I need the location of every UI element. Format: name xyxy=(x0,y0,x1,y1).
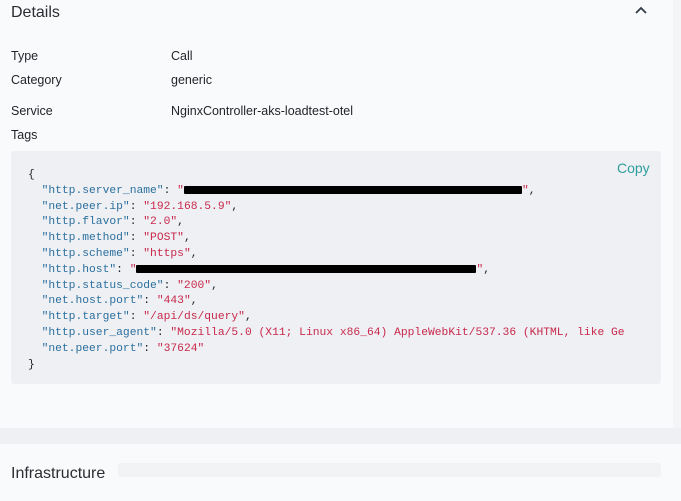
section-divider xyxy=(0,428,681,444)
tag-entry: "http.method": "POST", xyxy=(41,232,191,245)
tag-key: "http.server_name" xyxy=(41,184,164,197)
tag-entry: "http.flavor": "2.0", xyxy=(41,216,184,229)
tag-entry: "http.scheme": "https", xyxy=(41,247,198,260)
tag-value: "2.0" xyxy=(143,216,178,229)
type-value: Call xyxy=(171,49,193,63)
tag-key: "net.peer.ip" xyxy=(41,200,130,213)
collapse-button[interactable] xyxy=(632,2,650,18)
details-title: Details xyxy=(11,4,60,21)
tag-value: "/api/ds/query" xyxy=(143,311,245,324)
type-label: Type xyxy=(11,49,39,63)
tag-entry: "net.host.port": "443", xyxy=(41,295,198,308)
tag-entry: "http.status_code": "200", xyxy=(41,279,218,292)
tags-label: Tags xyxy=(11,128,38,142)
tag-key: "net.host.port" xyxy=(41,295,144,308)
tag-key: "http.status_code" xyxy=(41,279,164,292)
tag-value: "POST" xyxy=(143,232,184,245)
tag-value: "https" xyxy=(143,247,191,260)
tag-key: "http.method" xyxy=(41,232,130,245)
category-value: generic xyxy=(171,73,212,87)
redacted-value xyxy=(183,185,522,194)
tag-value: "443" xyxy=(156,295,191,308)
json-close-brace: } xyxy=(28,358,35,371)
tag-entry: "http.host": " ", xyxy=(41,263,491,276)
tag-key: "http.target" xyxy=(41,311,130,324)
category-label: Category xyxy=(11,73,62,87)
tag-key: "http.flavor" xyxy=(41,216,130,229)
service-value: NginxController-aks-loadtest-otel xyxy=(171,104,354,118)
tag-key: "http.user_agent" xyxy=(41,326,157,339)
tag-value: "37624" xyxy=(156,342,205,355)
redacted-value xyxy=(136,264,477,273)
tag-key: "http.host" xyxy=(41,263,117,276)
infrastructure-title: Infrastructure xyxy=(11,465,106,482)
tag-entry: "http.target": "/api/ds/query", xyxy=(41,311,252,324)
details-panel: Details Type Call Category generic Servi… xyxy=(0,0,673,428)
infrastructure-header-bar[interactable] xyxy=(118,463,661,477)
tag-key: "http.scheme" xyxy=(41,247,130,260)
tag-value: "192.168.5.9" xyxy=(143,200,232,213)
tag-entry: "http.server_name": " ", xyxy=(41,184,536,197)
chevron-up-icon xyxy=(635,6,647,14)
tags-json: { "http.server_name": " ", "net.peer.ip":… xyxy=(28,168,673,373)
tag-value: "200" xyxy=(177,279,212,292)
json-open-brace: { xyxy=(28,169,35,181)
service-label: Service xyxy=(11,104,53,118)
tag-entry: "net.peer.port": "37624" xyxy=(41,342,205,355)
tag-value: "Mozilla/5.0 (X11; Linux x86_64) AppleWe… xyxy=(170,326,625,339)
tag-entry: "http.user_agent": "Mozilla/5.0 (X11; Li… xyxy=(41,326,625,339)
tag-entry: "net.peer.ip": "192.168.5.9", xyxy=(41,200,239,213)
tag-key: "net.peer.port" xyxy=(41,342,144,355)
